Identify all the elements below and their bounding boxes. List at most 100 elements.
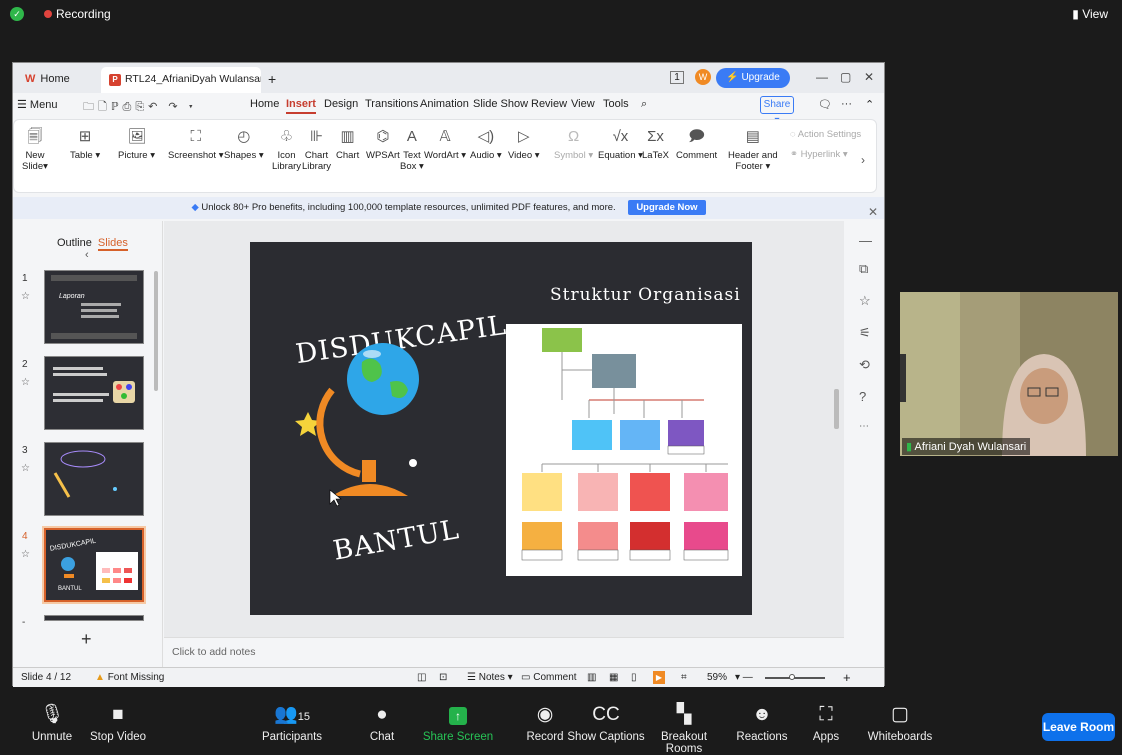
star-icon[interactable]: ☆ bbox=[21, 463, 30, 474]
zoom-apps-button[interactable]: ⛶ Apps bbox=[786, 702, 866, 743]
menu-tools[interactable]: Tools bbox=[603, 98, 629, 110]
font-missing-button[interactable]: ▲ Font Missing bbox=[95, 672, 164, 683]
slide-thumbnail-4[interactable]: DISDUKCAPIL BANTUL bbox=[42, 526, 146, 604]
menu-animation[interactable]: Animation bbox=[420, 98, 469, 110]
ribbon-chart-library-button[interactable]: ⊪ Chart Library bbox=[302, 128, 331, 172]
star-icon[interactable]: ☆ bbox=[21, 377, 30, 388]
zoom-video-camera-button[interactable]: ■ Stop Video bbox=[78, 702, 158, 743]
layout-icon[interactable]: 1 bbox=[670, 71, 684, 84]
menu-transitions[interactable]: Transitions bbox=[365, 98, 418, 110]
ribbon-wordart-button[interactable]: 𝔸 WordArt ▾ bbox=[424, 128, 466, 161]
ribbon-icon-library-button[interactable]: ♧ Icon Library bbox=[272, 128, 301, 172]
slide-thumbnail-1[interactable]: Laporan bbox=[44, 270, 144, 344]
star-outline-icon[interactable]: ☆ bbox=[859, 293, 871, 309]
zoom-whiteboards-button[interactable]: ▢ Whiteboards bbox=[860, 702, 940, 743]
zoom-level[interactable]: 59% bbox=[707, 672, 727, 683]
panel-scrollbar[interactable] bbox=[154, 271, 158, 391]
ribbon-header-footer-button[interactable]: ▤ Header and Footer ▾ bbox=[728, 128, 778, 172]
ribbon-equation-button[interactable]: √x Equation ▾ bbox=[598, 128, 643, 161]
menu-button[interactable]: ☰ Menu bbox=[17, 98, 57, 111]
ribbon-picture-button[interactable]: 🖼 Picture ▾ bbox=[118, 128, 155, 161]
help-icon[interactable]: ? bbox=[859, 389, 866, 404]
comments-icon[interactable]: 🗨 bbox=[818, 98, 832, 111]
participant-video[interactable] bbox=[900, 292, 1118, 456]
action-settings-button[interactable]: ◌ Action Settings bbox=[790, 129, 861, 140]
tab-home[interactable]: W Home bbox=[15, 67, 101, 93]
properties-icon[interactable]: ⚟ bbox=[859, 325, 871, 341]
zoom-in-icon[interactable]: + bbox=[843, 670, 851, 685]
more-icon[interactable]: ··· bbox=[841, 98, 852, 110]
zoom-participants-button[interactable]: 👥15 Participants bbox=[252, 702, 332, 743]
ribbon-comment-button[interactable]: 🗩 Comment bbox=[676, 128, 717, 161]
zoom-dropdown-icon[interactable]: ▾ — bbox=[735, 672, 753, 683]
collapse-panel-icon[interactable]: ‹ bbox=[85, 249, 89, 261]
ribbon-textbox-button[interactable]: A Text Box ▾ bbox=[400, 128, 424, 172]
play-slideshow-icon[interactable]: ▶ bbox=[653, 671, 665, 684]
slide-thumbnail-5[interactable] bbox=[44, 615, 144, 621]
menu-insert[interactable]: Insert bbox=[286, 98, 316, 114]
spell-icon[interactable]: ⊡ bbox=[439, 672, 447, 683]
upgrade-now-promo-button[interactable]: Upgrade Now bbox=[628, 200, 706, 215]
ribbon-table-button[interactable]: ⊞ Table ▾ bbox=[70, 128, 100, 161]
ribbon-next-icon[interactable]: › bbox=[861, 153, 865, 167]
collapse-ribbon-icon[interactable]: ⌃ bbox=[865, 98, 874, 111]
canvas-scrollbar[interactable] bbox=[834, 389, 839, 429]
zoom-slider-handle[interactable] bbox=[789, 674, 795, 680]
maximize-icon[interactable]: ▢ bbox=[840, 70, 851, 84]
upgrade-now-button[interactable]: ⚡ Upgrade now bbox=[716, 68, 790, 103]
copy-icon[interactable]: ⧉ bbox=[859, 261, 868, 277]
slide-sorter-icon[interactable]: ▦ bbox=[609, 672, 618, 683]
ribbon-wpsart-button[interactable]: ⌬ WPSArt bbox=[366, 128, 400, 161]
star-icon[interactable]: ☆ bbox=[21, 549, 30, 560]
tab-document[interactable]: PRTL24_AfrianiDyah Wulansari.p ▢ ✕ bbox=[101, 67, 261, 93]
new-tab-plus-icon[interactable]: + bbox=[268, 71, 276, 87]
fit-icon[interactable]: ◫ bbox=[417, 672, 426, 683]
star-icon[interactable]: ☆ bbox=[21, 291, 30, 302]
fit-window-icon[interactable]: ⌗ bbox=[681, 672, 687, 683]
ribbon-chart-button[interactable]: ▥ Chart bbox=[336, 128, 359, 161]
ribbon-latex-button[interactable]: Σx LaTeX bbox=[642, 128, 669, 161]
user-avatar[interactable]: W bbox=[695, 69, 711, 85]
minimize-icon[interactable]: — bbox=[816, 70, 828, 84]
history-icon[interactable]: ⟲ bbox=[859, 357, 870, 373]
menu-slide-show[interactable]: Slide Show bbox=[473, 98, 528, 110]
ribbon-screenshot-button[interactable]: ⛶ Screenshot ▾ bbox=[168, 128, 223, 161]
slide-thumbnail-2[interactable] bbox=[44, 356, 144, 430]
share-button[interactable]: Share ▾ bbox=[760, 96, 794, 126]
close-promo-icon[interactable]: ✕ bbox=[868, 201, 878, 223]
zoom-breakout-rooms-button[interactable]: ▚ Breakout Rooms bbox=[644, 702, 724, 755]
ribbon-shapes-button[interactable]: ◴ Shapes ▾ bbox=[224, 128, 264, 161]
leave-room-button[interactable]: Leave Room bbox=[1042, 713, 1115, 741]
reading-view-icon[interactable]: ▯ bbox=[631, 672, 637, 683]
tab-slides[interactable]: Slides bbox=[97, 237, 128, 251]
slide-thumbnail-3[interactable] bbox=[44, 442, 144, 516]
zoom-chat-button[interactable]: ● Chat bbox=[342, 702, 422, 743]
menu-view[interactable]: View bbox=[571, 98, 595, 110]
notes-button[interactable]: ☰ Notes ▾ bbox=[467, 672, 513, 683]
ribbon-new-slide-button[interactable]: 🗐 New Slide▾ bbox=[22, 128, 48, 172]
more-dots-icon[interactable]: ⋯ bbox=[859, 421, 869, 432]
comment-button[interactable]: ▭ Comment bbox=[521, 672, 577, 683]
search-icon[interactable]: ⌕ bbox=[641, 98, 647, 111]
ribbon-video-button[interactable]: ▷ Video ▾ bbox=[508, 128, 540, 161]
notes-pane[interactable]: Click to add notes bbox=[164, 637, 844, 667]
current-slide[interactable]: DISDUKCAPIL BANTUL Struktur Organisasi bbox=[250, 242, 752, 615]
quick-access-toolbar[interactable]: 🗀🗋ℙ⎙⎘↶ ↷ ▾ bbox=[83, 98, 197, 117]
view-button[interactable]: ▮ View bbox=[1072, 7, 1108, 21]
zoom-slider[interactable] bbox=[765, 677, 825, 679]
add-slide-icon[interactable]: + bbox=[81, 629, 92, 650]
menu-review[interactable]: Review bbox=[531, 98, 567, 110]
hyperlink-button[interactable]: ⚭ Hyperlink ▾ bbox=[790, 149, 848, 160]
ribbon-symbol-button[interactable]: Ω Symbol ▾ bbox=[554, 128, 593, 161]
collapse-icon[interactable]: — bbox=[859, 233, 872, 248]
tab-outline[interactable]: Outline bbox=[57, 237, 92, 249]
normal-view-icon[interactable]: ▥ bbox=[587, 672, 596, 683]
close-icon[interactable]: ✕ bbox=[864, 70, 874, 84]
menu-design[interactable]: Design bbox=[324, 98, 358, 110]
recording-label[interactable]: Recording bbox=[56, 7, 111, 21]
ribbon-audio-button[interactable]: ◁) Audio ▾ bbox=[470, 128, 502, 161]
shield-check-icon[interactable]: ✓ bbox=[10, 7, 24, 21]
zoom-captions-button[interactable]: CC Show Captions bbox=[566, 702, 646, 743]
menu-home[interactable]: Home bbox=[250, 98, 279, 110]
zoom-share-screen-button[interactable]: ↑ Share Screen bbox=[418, 702, 498, 743]
